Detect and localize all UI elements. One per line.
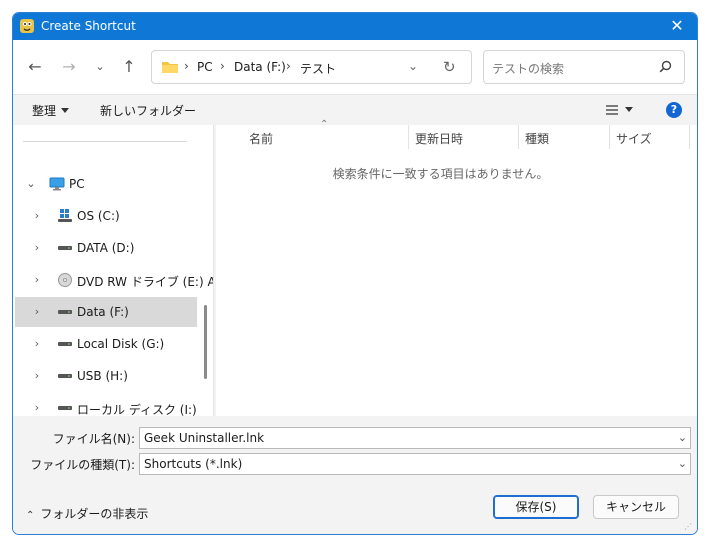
breadcrumb-separator: ›	[286, 59, 291, 73]
chevron-right-icon[interactable]: ›	[32, 241, 42, 254]
nav-item-label: PC	[69, 177, 85, 191]
up-button[interactable]: ↑	[118, 56, 140, 78]
breadcrumb-current[interactable]: テスト	[300, 60, 336, 77]
dialog-footer: ⌃ フォルダーの非表示 保存(S) キャンセル ⋰	[13, 484, 697, 534]
filetype-label: ファイルの種類(T):	[30, 458, 135, 472]
window-title: Create Shortcut	[41, 19, 136, 33]
nav-item-local-disk-g[interactable]: › Local Disk (G:)	[15, 329, 197, 359]
organize-label: 整理	[32, 104, 57, 118]
app-icon	[20, 19, 34, 33]
list-view-icon	[606, 105, 618, 115]
nav-item-usb-h[interactable]: › USB (H:)	[15, 361, 197, 391]
command-bar: 整理 新しいフォルダー ?	[13, 94, 697, 124]
save-button[interactable]: 保存(S)	[493, 495, 579, 519]
sort-ascending-icon: ⌃	[320, 119, 329, 130]
recent-locations-button[interactable]: ⌄	[89, 56, 111, 78]
column-divider[interactable]	[609, 125, 610, 149]
save-dialog: Create Shortcut ✕ ← → ⌄ ↑ › PC › Data (F…	[12, 12, 698, 535]
breadcrumb-pc[interactable]: PC	[197, 60, 213, 74]
breadcrumb-separator: ›	[220, 59, 225, 73]
close-button[interactable]: ✕	[657, 13, 697, 40]
drive-icon	[58, 374, 72, 378]
filename-label: ファイル名(N):	[52, 432, 135, 446]
nav-item-label: Local Disk (G:)	[77, 337, 165, 351]
address-bar[interactable]: › PC › Data (F:) › テスト ⌄ ↻	[151, 50, 472, 84]
chevron-down-icon[interactable]: ⌄	[678, 457, 687, 470]
nav-item-label: USB (H:)	[77, 369, 128, 383]
refresh-icon[interactable]: ↻	[443, 58, 456, 76]
resize-grip-icon[interactable]: ⋰	[684, 522, 693, 531]
column-type[interactable]: 種類	[525, 130, 549, 154]
hide-folders-label: フォルダーの非表示	[40, 507, 149, 521]
nav-item-label: OS (C:)	[77, 209, 120, 223]
nav-item-dvd-e[interactable]: › DVD RW ドライブ (E:) Au	[15, 265, 213, 295]
view-options-button[interactable]	[605, 101, 639, 119]
navigation-pane: ⌄ PC › OS (C:) › DATA (D:) › DVD RW ドライブ…	[13, 125, 214, 416]
chevron-right-icon[interactable]: ›	[32, 369, 42, 382]
nav-item-label: Data (F:)	[77, 305, 129, 319]
dvd-icon	[58, 273, 72, 287]
chevron-down-icon[interactable]: ⌄	[26, 177, 36, 190]
file-form: ファイル名(N): Geek Uninstaller.lnk ⌄ ファイルの種類…	[13, 416, 697, 484]
title-bar: Create Shortcut ✕	[13, 13, 697, 40]
back-button[interactable]: ←	[24, 56, 46, 78]
empty-folder-message: 検索条件に一致する項目はありません。	[332, 167, 549, 181]
search-input[interactable]: テストの検索	[492, 60, 564, 77]
nav-item-label: DVD RW ドライブ (E:) Au	[77, 275, 214, 289]
file-list: ⌃ 名前 更新日時 種類 サイズ 検索条件に一致する項目はありません。	[216, 119, 697, 416]
search-icon[interactable]	[659, 60, 672, 73]
filetype-select[interactable]: Shortcuts (*.lnk) ⌄	[139, 453, 691, 475]
monitor-icon	[49, 177, 65, 191]
filetype-value: Shortcuts (*.lnk)	[144, 457, 243, 471]
column-divider[interactable]	[689, 125, 690, 149]
column-name[interactable]: 名前	[249, 130, 273, 154]
chevron-up-icon: ⌃	[26, 510, 35, 521]
hide-folders-toggle[interactable]: ⌃ フォルダーの非表示	[26, 505, 148, 522]
navigation-bar: ← → ⌄ ↑ › PC › Data (F:) › テスト ⌄ ↻ テストの検…	[13, 40, 697, 94]
new-folder-button[interactable]: 新しいフォルダー	[100, 102, 196, 119]
filename-value: Geek Uninstaller.lnk	[144, 431, 265, 445]
breadcrumb-separator: ›	[184, 59, 189, 73]
organize-menu[interactable]: 整理	[32, 102, 70, 119]
windows-drive-icon	[58, 209, 72, 222]
cancel-button[interactable]: キャンセル	[593, 495, 679, 519]
chevron-down-icon[interactable]: ⌄	[678, 431, 687, 444]
search-box[interactable]: テストの検索	[483, 50, 685, 84]
forward-button[interactable]: →	[58, 56, 80, 78]
chevron-right-icon[interactable]: ›	[32, 209, 42, 222]
caret-down-icon	[61, 108, 70, 113]
chevron-right-icon[interactable]: ›	[32, 401, 42, 414]
drive-icon	[58, 406, 72, 410]
breadcrumb-data-f[interactable]: Data (F:)	[234, 60, 286, 74]
caret-down-icon	[625, 107, 633, 112]
nav-item-data-d[interactable]: › DATA (D:)	[15, 233, 197, 263]
drive-icon	[58, 246, 72, 250]
nav-item-data-f[interactable]: › Data (F:)	[15, 297, 197, 327]
nav-item-label: ローカル ディスク (I:)	[77, 403, 197, 416]
column-date-modified[interactable]: 更新日時	[415, 130, 463, 154]
help-icon[interactable]: ?	[666, 102, 682, 118]
address-dropdown-icon[interactable]: ⌄	[408, 59, 418, 73]
chevron-right-icon[interactable]: ›	[32, 337, 42, 350]
folder-icon	[162, 62, 178, 73]
drive-icon	[58, 310, 72, 314]
chevron-right-icon[interactable]: ›	[32, 273, 42, 286]
nav-item-local-disk-i[interactable]: › ローカル ディスク (I:)	[15, 393, 197, 416]
nav-item-os-c[interactable]: › OS (C:)	[15, 201, 197, 231]
chevron-right-icon[interactable]: ›	[32, 305, 42, 318]
nav-item-label: DATA (D:)	[77, 241, 135, 255]
column-divider[interactable]	[408, 125, 409, 149]
column-divider[interactable]	[518, 125, 519, 149]
filename-field[interactable]: Geek Uninstaller.lnk ⌄	[139, 427, 691, 449]
nav-item-pc[interactable]: ⌄ PC	[15, 169, 197, 199]
drive-icon	[58, 342, 72, 346]
column-size[interactable]: サイズ	[616, 130, 652, 154]
nav-pane-scrollbar[interactable]	[204, 305, 207, 379]
pane-divider	[23, 141, 187, 142]
